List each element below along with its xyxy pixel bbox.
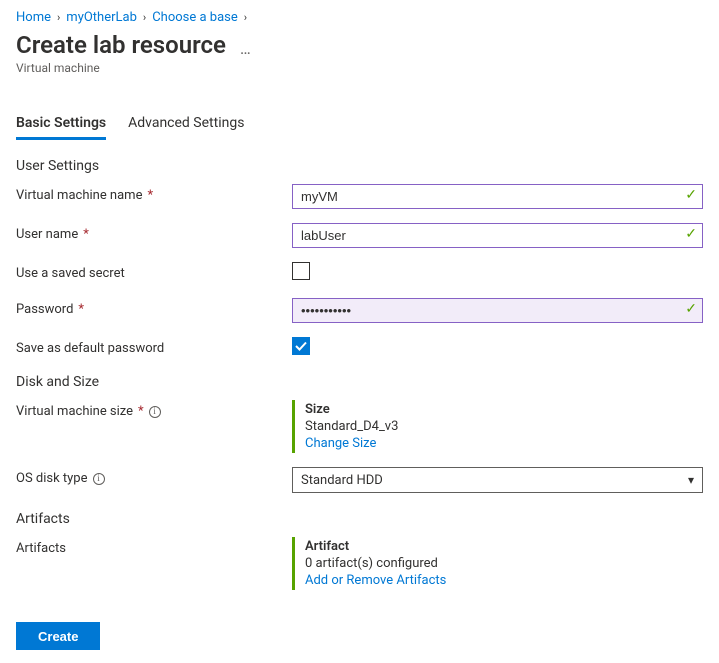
label-password: Password: [16, 302, 73, 317]
breadcrumb-home[interactable]: Home: [16, 10, 51, 25]
chevron-right-icon: ›: [57, 11, 60, 24]
section-artifacts: Artifacts: [16, 511, 703, 527]
info-icon[interactable]: i: [93, 473, 105, 485]
tabs: Basic Settings Advanced Settings: [16, 115, 703, 140]
vm-size-card-title: Size: [305, 402, 703, 417]
change-size-link[interactable]: Change Size: [305, 436, 376, 451]
save-default-password-checkbox[interactable]: [292, 337, 310, 355]
required-mark: *: [78, 302, 84, 317]
required-mark: *: [83, 227, 89, 242]
tab-advanced-settings[interactable]: Advanced Settings: [128, 115, 244, 140]
label-artifacts: Artifacts: [16, 541, 66, 556]
artifacts-count: 0 artifact(s) configured: [305, 556, 703, 571]
label-vm-size: Virtual machine size: [16, 404, 133, 419]
password-input[interactable]: [292, 298, 703, 323]
page-title: Create lab resource: [16, 31, 226, 59]
breadcrumb: Home › myOtherLab › Choose a base ›: [16, 10, 703, 25]
chevron-right-icon: ›: [244, 11, 247, 24]
artifacts-card-title: Artifact: [305, 539, 703, 554]
label-os-disk-type: OS disk type: [16, 471, 88, 486]
artifacts-card: Artifact 0 artifact(s) configured Add or…: [292, 537, 703, 590]
breadcrumb-choose-base[interactable]: Choose a base: [152, 10, 238, 25]
breadcrumb-lab[interactable]: myOtherLab: [66, 10, 137, 25]
create-button[interactable]: Create: [16, 622, 100, 650]
more-actions-icon[interactable]: …: [240, 32, 252, 58]
user-name-input[interactable]: [292, 223, 703, 248]
vm-size-value: Standard_D4_v3: [305, 419, 703, 434]
label-vm-name: Virtual machine name: [16, 188, 142, 203]
section-user-settings: User Settings: [16, 158, 703, 174]
vm-name-input[interactable]: [292, 184, 703, 209]
label-save-default-password: Save as default password: [16, 341, 164, 356]
vm-size-card: Size Standard_D4_v3 Change Size: [292, 400, 703, 453]
add-remove-artifacts-link[interactable]: Add or Remove Artifacts: [305, 573, 446, 588]
os-disk-type-select[interactable]: Standard HDD ▾: [292, 467, 703, 493]
info-icon[interactable]: i: [149, 406, 161, 418]
chevron-right-icon: ›: [143, 11, 146, 24]
tab-basic-settings[interactable]: Basic Settings: [16, 115, 106, 140]
os-disk-type-value: Standard HDD: [301, 473, 383, 488]
section-disk-and-size: Disk and Size: [16, 374, 703, 390]
use-saved-secret-checkbox[interactable]: [292, 262, 310, 280]
chevron-down-icon: ▾: [688, 473, 694, 487]
required-mark: *: [147, 188, 153, 203]
label-use-saved-secret: Use a saved secret: [16, 266, 125, 281]
page-subtitle: Virtual machine: [16, 61, 703, 75]
label-user-name: User name: [16, 227, 78, 242]
required-mark: *: [138, 404, 144, 419]
